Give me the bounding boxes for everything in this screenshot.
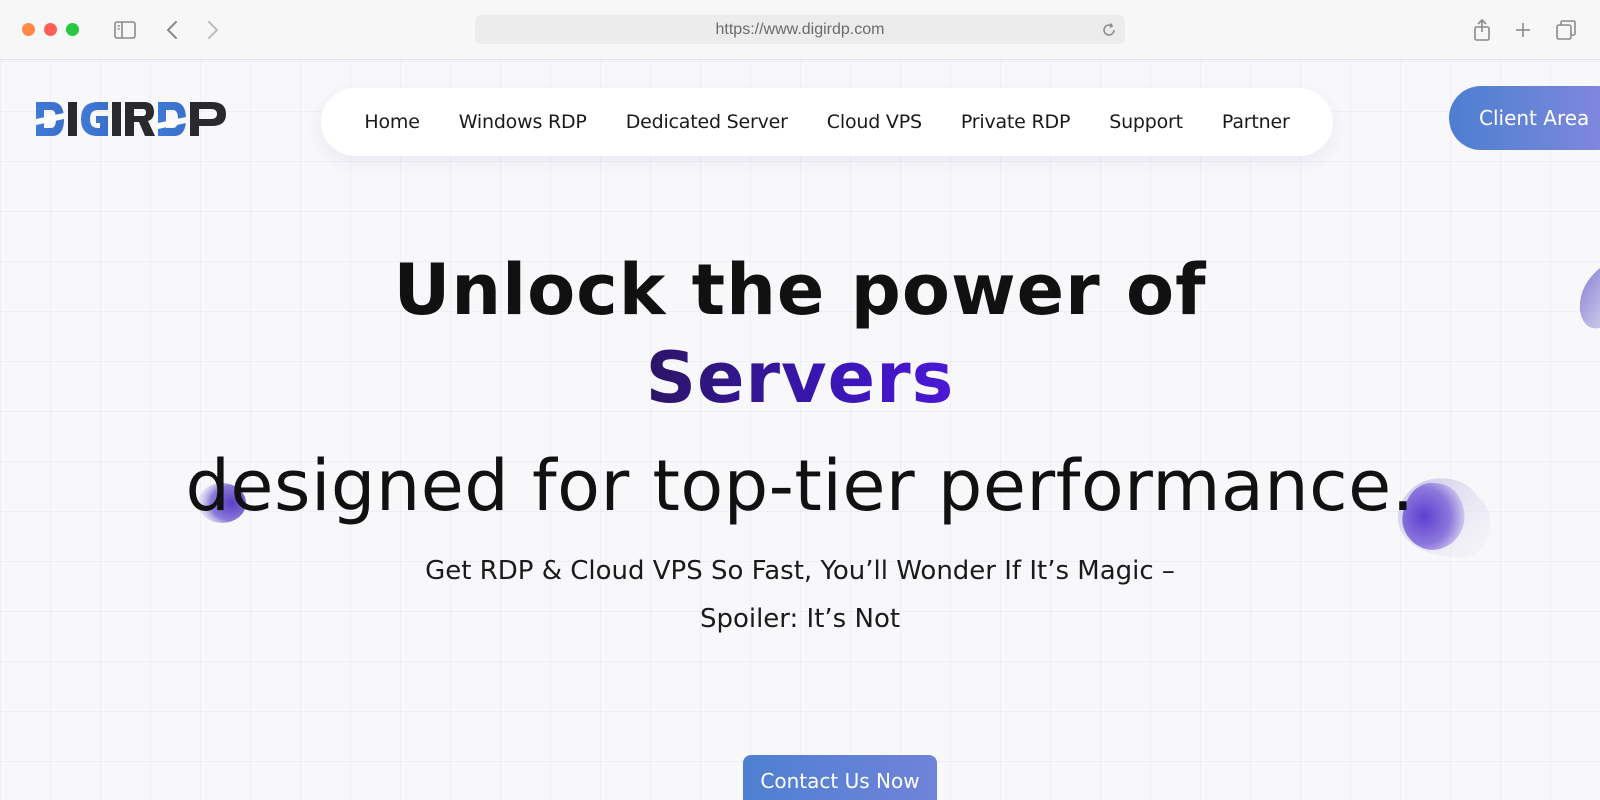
hero-heading-accent: Servers (0, 337, 1600, 419)
hero-accent-text: Servers (645, 337, 955, 419)
hero-subtitle-line1: Get RDP & Cloud VPS So Fast, You’ll Wond… (425, 556, 1175, 586)
nav-item-windows-rdp[interactable]: Windows RDP (439, 111, 606, 133)
new-tab-icon[interactable] (1511, 18, 1535, 42)
nav-item-cloud-vps[interactable]: Cloud VPS (807, 111, 941, 133)
hero-heading-line3: designed for top-tier performance. (185, 445, 1415, 527)
nav-item-home[interactable]: Home (345, 111, 439, 133)
maximize-window-button[interactable] (66, 23, 79, 36)
client-area-button[interactable]: Client Area (1449, 86, 1600, 150)
tabs-icon[interactable] (1554, 18, 1578, 42)
webpage: Home Windows RDP Dedicated Server Cloud … (0, 61, 1600, 800)
nav-item-support[interactable]: Support (1090, 111, 1203, 133)
nav-item-dedicated-server[interactable]: Dedicated Server (606, 111, 807, 133)
close-window-button[interactable] (22, 23, 35, 36)
back-icon[interactable] (160, 18, 184, 42)
digirdp-logo[interactable] (36, 99, 232, 139)
forward-icon[interactable] (201, 18, 225, 42)
contact-us-button[interactable]: Contact Us Now (743, 755, 937, 800)
reload-icon[interactable] (1099, 20, 1119, 40)
browser-toolbar: https://www.digirdp.com (0, 0, 1600, 60)
hero-subtitle-line2: Spoiler: It’s Not (699, 604, 901, 634)
share-icon[interactable] (1470, 18, 1494, 42)
nav-item-private-rdp[interactable]: Private RDP (941, 111, 1089, 133)
url-text: https://www.digirdp.com (715, 20, 885, 38)
nav-item-partner[interactable]: Partner (1202, 111, 1309, 133)
address-bar[interactable]: https://www.digirdp.com (475, 15, 1125, 44)
minimize-window-button[interactable] (44, 23, 57, 36)
hero-heading-line1: Unlock the power of (393, 249, 1207, 331)
main-nav: Home Windows RDP Dedicated Server Cloud … (321, 88, 1333, 156)
sidebar-icon[interactable] (113, 18, 137, 42)
